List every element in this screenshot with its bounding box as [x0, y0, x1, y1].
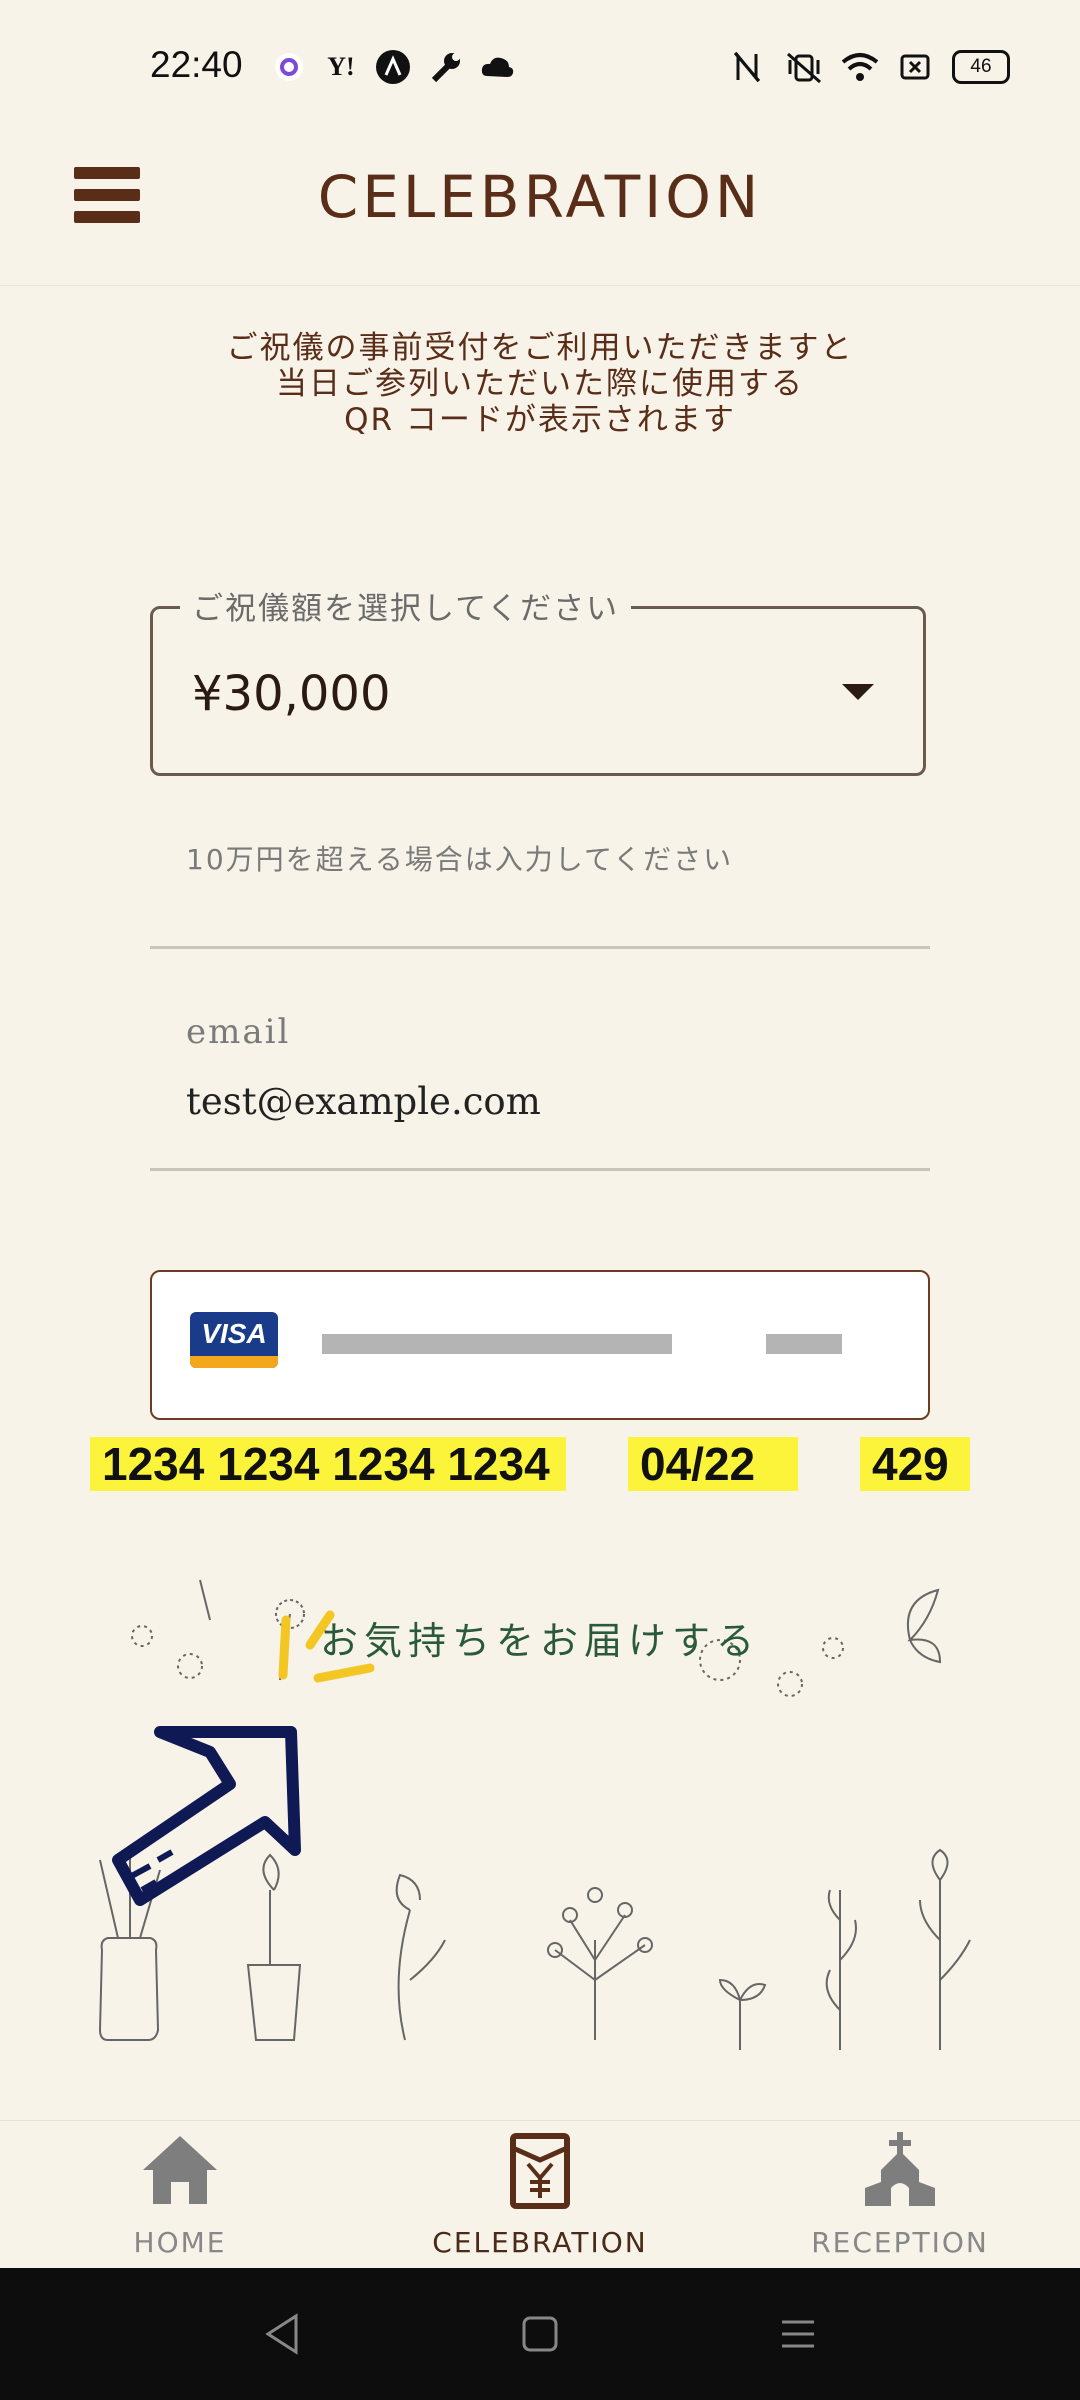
- nav-item-celebration[interactable]: CELEBRATION: [390, 2130, 690, 2260]
- home-icon: [143, 2136, 217, 2204]
- vibrate-off-icon: [784, 48, 822, 86]
- intro-line-2: 当日ご参列いただいた際に使用する: [276, 366, 804, 402]
- system-nav-bar: [0, 2268, 1080, 2400]
- nav-label-reception: RECEPTION: [811, 2226, 989, 2259]
- sim-icon: [896, 48, 934, 86]
- status-bar: 22:40 Y! 46: [0, 0, 1080, 135]
- battery-icon: 46: [952, 50, 1010, 84]
- custom-amount-placeholder: 10万円を超える場合は入力してください: [186, 843, 734, 876]
- wifi-icon: [840, 48, 878, 86]
- nav-label-celebration: CELEBRATION: [432, 2226, 648, 2259]
- page-title: CELEBRATION: [317, 163, 763, 231]
- visa-icon: VISA: [190, 1312, 278, 1368]
- status-icons-right: 46: [728, 48, 1010, 86]
- home-button-icon[interactable]: [520, 2314, 560, 2354]
- cloud-icon: [478, 48, 516, 86]
- card-number-hint: 1234 1234 1234 1234: [90, 1437, 566, 1491]
- a-app-icon: [374, 48, 412, 86]
- card-cvc-hint: 429: [860, 1437, 970, 1491]
- yahoo-icon: Y!: [327, 52, 355, 81]
- email-label: email: [186, 1012, 291, 1052]
- back-icon[interactable]: [262, 2312, 302, 2356]
- card-number-masked[interactable]: [322, 1334, 672, 1354]
- recents-icon[interactable]: [778, 2314, 818, 2354]
- email-value[interactable]: test@example.com: [186, 1080, 541, 1123]
- chevron-down-icon[interactable]: [842, 684, 874, 700]
- nav-item-home[interactable]: HOME: [30, 2130, 330, 2260]
- amount-select-label: ご祝儀額を選択してください: [180, 583, 632, 628]
- church-icon: [865, 2132, 935, 2206]
- nfc-icon: [728, 48, 766, 86]
- card-expiry-masked[interactable]: [766, 1334, 842, 1354]
- submit-button[interactable]: お気持ちをお届けする: [0, 1610, 1080, 1665]
- amount-select-value[interactable]: ¥30,000: [192, 666, 391, 722]
- nav-item-reception[interactable]: RECEPTION: [750, 2130, 1050, 2260]
- intro-line-3: QR コードが表示されます: [344, 402, 736, 438]
- visa-brand-text: VISA: [201, 1318, 267, 1349]
- card-expiry-hint: 04/22: [628, 1437, 798, 1491]
- wrench-icon: [426, 48, 464, 86]
- envelope-yen-icon: [510, 2133, 570, 2209]
- nav-label-home: HOME: [133, 2226, 227, 2259]
- intro-line-1: ご祝儀の事前受付をご利用いただきますと: [226, 330, 854, 366]
- circle-app-icon: [270, 48, 308, 86]
- status-time: 22:40: [150, 44, 243, 85]
- app-bar: CELEBRATION: [0, 135, 1080, 286]
- intro-text: ご祝儀の事前受付をご利用いただきますと 当日ご参列いただいた際に使用する QR …: [0, 330, 1080, 438]
- status-icons-left: Y!: [270, 48, 516, 86]
